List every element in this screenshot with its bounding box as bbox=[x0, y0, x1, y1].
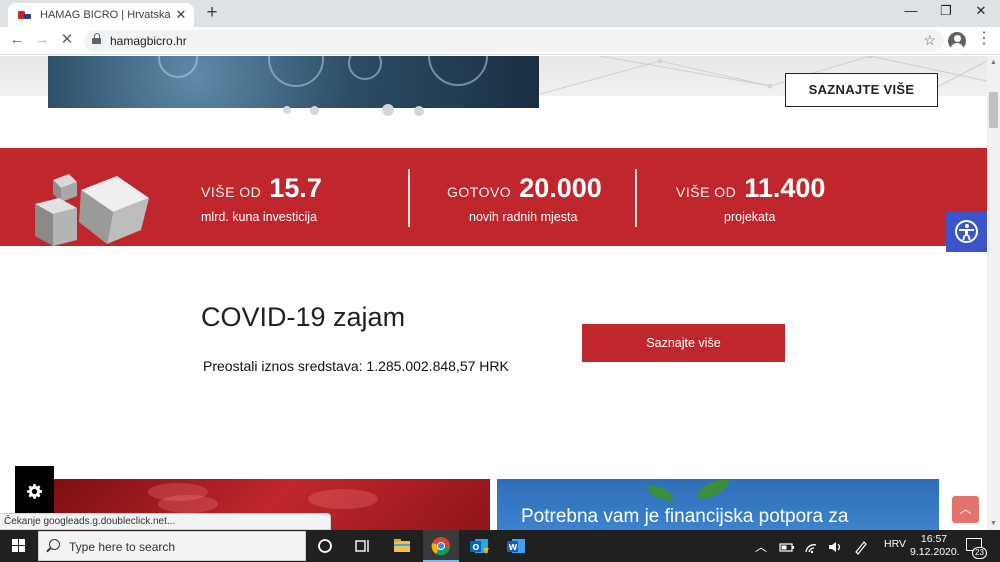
covid-learn-more-button[interactable]: Saznajte više bbox=[582, 324, 785, 362]
outlook-icon[interactable]: O bbox=[468, 535, 490, 557]
cortana-icon[interactable] bbox=[314, 535, 336, 557]
search-icon bbox=[49, 539, 60, 550]
stat-jobs: GOTOVO 20.000 novih radnih mjesta bbox=[447, 173, 602, 224]
scroll-up-arrow-icon[interactable]: ▲ bbox=[989, 58, 998, 67]
browser-menu-icon[interactable]: ⋮ bbox=[976, 30, 992, 48]
lock-icon[interactable] bbox=[92, 33, 101, 45]
notification-count-badge: 23 bbox=[972, 547, 987, 559]
svg-text:O: O bbox=[473, 543, 480, 552]
windows-start-icon[interactable] bbox=[12, 539, 25, 552]
wifi-icon[interactable] bbox=[800, 536, 822, 558]
plant-leaf-icon bbox=[647, 485, 673, 501]
windows-taskbar: Type here to search O W ︿ HRV 16:57 9.12… bbox=[0, 530, 1000, 562]
volume-icon[interactable] bbox=[824, 536, 846, 558]
remaining-funds-text: Preostali iznos sredstava: 1.285.002.848… bbox=[203, 358, 509, 374]
clock-date: 9.12.2020. bbox=[910, 546, 960, 558]
task-view-icon[interactable] bbox=[351, 535, 373, 557]
new-tab-button[interactable]: + bbox=[203, 3, 221, 23]
slider-dot[interactable] bbox=[382, 104, 394, 116]
page-scrollbar[interactable]: ▲ ▼ bbox=[987, 56, 1000, 530]
site-favicon-icon bbox=[18, 10, 32, 20]
covid-loan-title: COVID-19 zajam bbox=[201, 302, 406, 332]
scrollbar-thumb[interactable] bbox=[989, 92, 998, 128]
scroll-to-top-button[interactable]: ︿ bbox=[952, 496, 979, 523]
forward-button[interactable]: → bbox=[33, 32, 51, 48]
stat-prefix: VIŠE OD bbox=[676, 184, 737, 200]
window-minimize-button[interactable]: — bbox=[901, 3, 921, 18]
hero-learn-more-button[interactable]: SAZNAJTE VIŠE bbox=[785, 73, 938, 107]
svg-text:W: W bbox=[509, 543, 518, 552]
stat-value: 11.400 bbox=[744, 173, 826, 203]
promo-card-title: Potrebna vam je financijska potpora za bbox=[521, 506, 849, 527]
chrome-icon bbox=[431, 537, 450, 556]
tab-close-icon[interactable]: ✕ bbox=[174, 7, 188, 23]
browser-tabstrip: HAMAG BICRO | Hrvatska agencija za malo … bbox=[0, 0, 1000, 27]
gear-icon bbox=[27, 484, 42, 499]
pen-icon[interactable] bbox=[850, 536, 872, 558]
stat-caption: projekata bbox=[724, 210, 776, 224]
browser-status-bar: Čekanje googleads.g.doubleclick.net... bbox=[0, 513, 331, 530]
stat-caption: novih radnih mjesta bbox=[469, 210, 578, 224]
stat-prefix: VIŠE OD bbox=[201, 184, 262, 200]
back-button[interactable]: ← bbox=[8, 32, 26, 48]
system-clock[interactable]: 16:57 9.12.2020. bbox=[910, 533, 960, 559]
plant-leaf-icon bbox=[697, 479, 729, 499]
taskbar-search-input[interactable]: Type here to search bbox=[38, 531, 306, 561]
file-explorer-icon[interactable] bbox=[391, 535, 413, 557]
browser-tab[interactable]: HAMAG BICRO | Hrvatska agencija za malo … bbox=[8, 3, 194, 27]
scroll-down-arrow-icon[interactable]: ▼ bbox=[989, 519, 998, 528]
browser-toolbar: ← → ✕ hamagbicro.hr ☆ bbox=[0, 27, 1000, 55]
page-viewport: SAZNAJTE VIŠE VIŠE OD 15.7 mlrd. kuna inv… bbox=[0, 56, 987, 530]
window-close-button[interactable]: ✕ bbox=[971, 3, 991, 19]
stat-value: 15.7 bbox=[269, 173, 322, 203]
address-bar[interactable]: hamagbicro.hr ☆ bbox=[84, 30, 944, 52]
tab-title: HAMAG BICRO | Hrvatska agencija za malo … bbox=[40, 9, 174, 21]
clock-time: 16:57 bbox=[920, 533, 948, 545]
cookie-settings-button[interactable] bbox=[15, 466, 54, 516]
accessibility-toolbar-button[interactable] bbox=[946, 212, 987, 252]
stat-caption: mlrd. kuna investicija bbox=[201, 210, 318, 224]
stat-investments: VIŠE OD 15.7 mlrd. kuna investicija bbox=[201, 173, 322, 224]
url-text[interactable]: hamagbicro.hr bbox=[110, 34, 187, 48]
battery-icon[interactable] bbox=[776, 536, 798, 558]
tray-expand-icon[interactable]: ︿ bbox=[755, 538, 767, 555]
promo-card-right[interactable]: Potrebna vam je financijska potpora za bbox=[497, 479, 939, 530]
hero-virus-image bbox=[48, 56, 539, 108]
stat-divider bbox=[408, 169, 410, 227]
stats-band: VIŠE OD 15.7 mlrd. kuna investicija GOTOV… bbox=[0, 148, 987, 246]
profile-avatar-icon[interactable] bbox=[948, 32, 966, 50]
word-icon[interactable]: W bbox=[505, 535, 527, 557]
stat-projects: VIŠE OD 11.400 projekata bbox=[676, 173, 826, 224]
cubes-illustration bbox=[35, 174, 149, 246]
slider-dot[interactable] bbox=[414, 106, 424, 116]
stat-divider bbox=[635, 169, 637, 227]
input-language[interactable]: HRV bbox=[884, 538, 906, 550]
stat-prefix: GOTOVO bbox=[447, 184, 512, 200]
slider-dot[interactable] bbox=[283, 106, 291, 114]
slider-dot[interactable] bbox=[310, 106, 319, 115]
search-placeholder: Type here to search bbox=[69, 540, 176, 554]
chrome-taskbar-button[interactable] bbox=[423, 530, 459, 562]
window-restore-button[interactable]: ❐ bbox=[936, 3, 956, 19]
bookmark-star-icon[interactable]: ☆ bbox=[923, 32, 936, 49]
stat-value: 20.000 bbox=[519, 173, 602, 203]
stop-loading-button[interactable]: ✕ bbox=[58, 32, 76, 48]
